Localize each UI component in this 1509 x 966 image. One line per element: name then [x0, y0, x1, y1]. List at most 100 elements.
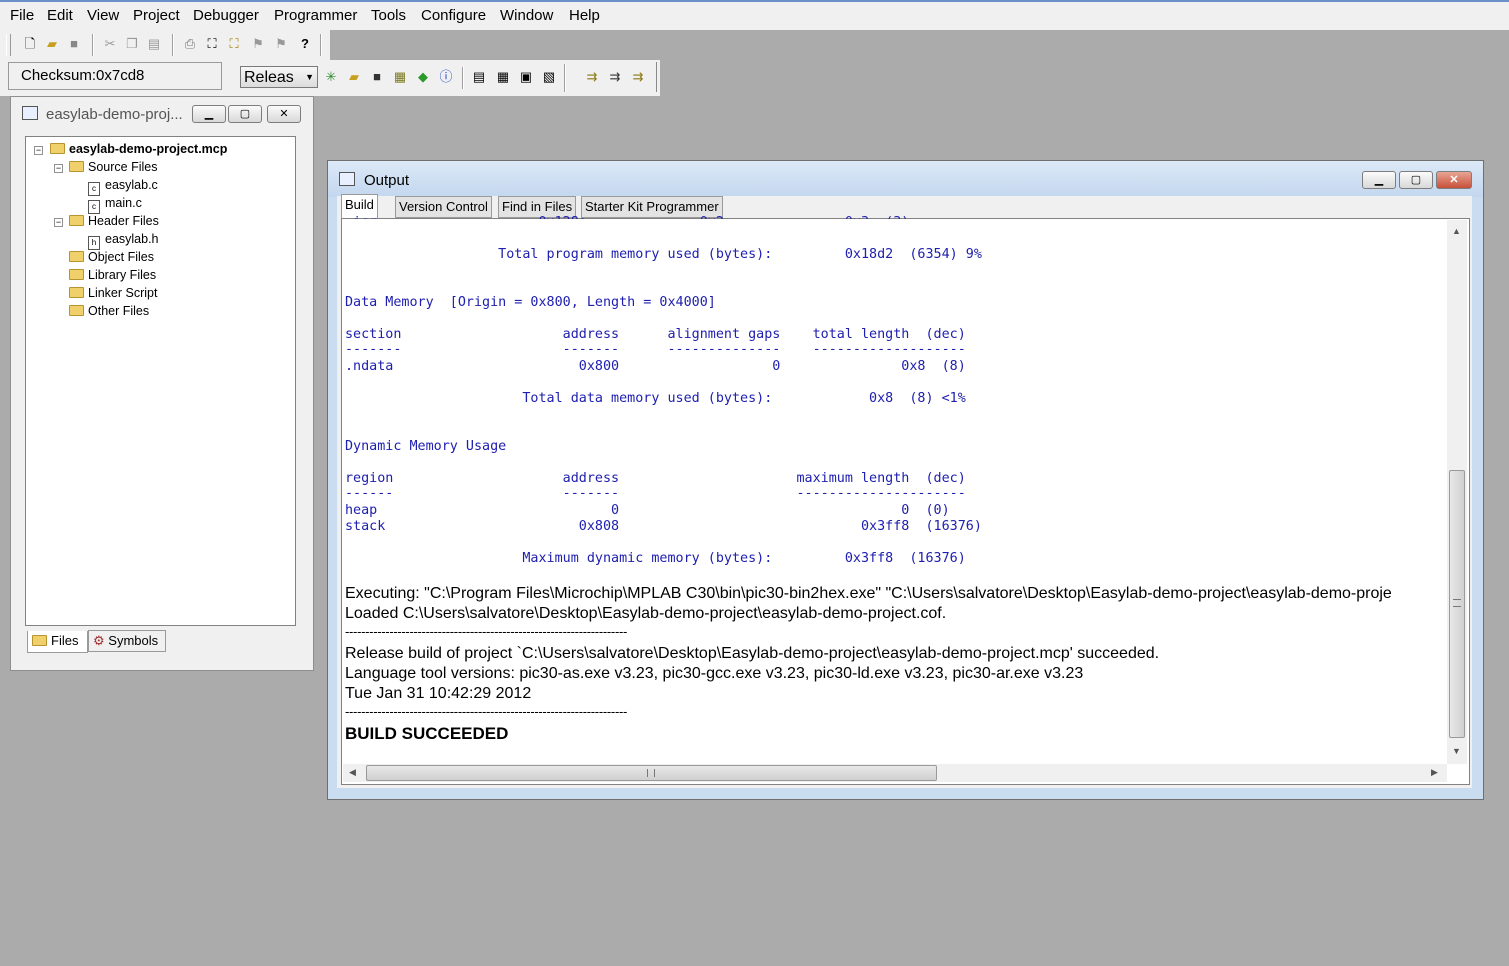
output-divider: ----------------------------------------… — [345, 704, 628, 719]
watch-icon[interactable]: ▣ — [518, 69, 534, 85]
chevron-down-icon: ▼ — [305, 72, 314, 82]
copy-icon[interactable]: ❐ — [124, 36, 140, 52]
maximize-button[interactable]: ▢ — [1399, 171, 1433, 189]
paste-icon[interactable]: ▤ — [146, 36, 162, 52]
save-icon[interactable]: ■ — [66, 36, 82, 52]
checksum-display: Checksum:0x7cd8 — [8, 62, 222, 90]
toolbar-separator — [462, 67, 464, 89]
tree-item-main-c[interactable]: c main.c — [88, 196, 142, 214]
folder-icon — [69, 215, 84, 226]
output-line: Total program memory used (bytes): 0x18d… — [345, 247, 982, 262]
c-file-icon: c — [88, 182, 100, 196]
menu-file[interactable]: File — [10, 7, 34, 24]
output-line: Maximum dynamic memory (bytes): 0x3ff8 (… — [345, 551, 966, 566]
menu-help[interactable]: Help — [569, 7, 600, 24]
minimize-button[interactable]: ▁ — [1362, 171, 1396, 189]
maximize-button[interactable]: ▢ — [228, 105, 262, 123]
menu-project[interactable]: Project — [133, 7, 180, 24]
menu-bar: File Edit View Project Debugger Programm… — [0, 0, 1509, 30]
programmer-write-icon[interactable]: ⇉ — [607, 69, 623, 85]
scroll-right-icon[interactable]: ▶ — [1431, 767, 1438, 778]
make-icon[interactable]: ▦ — [392, 69, 408, 85]
program-memory-icon[interactable]: ▤ — [471, 69, 487, 85]
vertical-scroll-thumb[interactable] — [1449, 470, 1465, 738]
new-project-icon[interactable]: ✳ — [323, 69, 339, 85]
toolbar-separator — [172, 34, 174, 56]
output-window-titlebar[interactable] — [328, 161, 1483, 197]
close-button[interactable]: ✕ — [1436, 171, 1472, 189]
print-icon[interactable]: ⎙ — [182, 36, 198, 52]
folder-icon — [69, 305, 84, 316]
tree-item-easylab-h[interactable]: h easylab.h — [88, 232, 159, 250]
bookmark-prev-icon[interactable]: ⚑ — [250, 36, 266, 52]
programmer-read-icon[interactable]: ⇉ — [584, 69, 600, 85]
output-line: Loaded C:\Users\salvatore\Desktop\Easyla… — [345, 605, 947, 622]
output-window-title: Output — [364, 172, 410, 189]
info-icon[interactable]: ⓘ — [438, 69, 454, 85]
folder-icon — [69, 287, 84, 298]
menu-window[interactable]: Window — [500, 7, 553, 24]
tree-item-library-files[interactable]: Library Files — [69, 268, 156, 282]
menu-programmer[interactable]: Programmer — [274, 7, 357, 24]
horizontal-scrollbar[interactable]: ◀ ▶ — [343, 764, 1447, 782]
toolbar-edge — [656, 62, 657, 92]
grip-icon — [647, 769, 655, 777]
tab-files[interactable]: Files — [27, 631, 88, 653]
help-question-icon[interactable]: ? — [297, 36, 313, 52]
output-line: Dynamic Memory Usage — [345, 439, 507, 454]
folder-icon — [69, 269, 84, 280]
cut-icon[interactable]: ✂ — [102, 36, 118, 52]
output-line: Tue Jan 31 10:42:29 2012 — [345, 685, 532, 702]
collapse-icon[interactable]: − — [34, 146, 43, 155]
output-line: ------ ------- --------------------- — [345, 486, 966, 501]
build-configuration-select[interactable]: Releas ▼ — [240, 66, 318, 88]
bookmark-next-icon[interactable]: ⚑ — [273, 36, 289, 52]
collapse-icon[interactable]: − — [54, 218, 63, 227]
build-configuration-value: Releas — [244, 69, 294, 86]
open-project-icon[interactable]: ▰ — [346, 69, 362, 85]
toolbar-separator — [320, 34, 322, 56]
build-all-icon[interactable]: ◆ — [415, 69, 431, 85]
menu-debugger[interactable]: Debugger — [193, 7, 259, 24]
tree-item-source-files[interactable]: Source Files — [69, 160, 157, 174]
collapse-icon[interactable]: − — [54, 164, 63, 173]
standard-toolbar: 🗋 ▰ ■ ✂ ❐ ▤ ⎙ ⛶ ⛶ ⚑ ⚑ ? — [0, 30, 330, 60]
tree-item-object-files[interactable]: Object Files — [69, 250, 154, 264]
window-icon — [339, 172, 355, 186]
menu-tools[interactable]: Tools — [371, 7, 406, 24]
project-window-titlebar[interactable]: easylab-demo-proj... ▁ ▢ ✕ — [12, 100, 312, 128]
programmer-verify-icon[interactable]: ⇉ — [630, 69, 646, 85]
folder-icon — [69, 251, 84, 262]
tree-item-project[interactable]: easylab-demo-project.mcp — [50, 142, 227, 156]
open-folder-icon[interactable]: ▰ — [44, 36, 60, 52]
tree-item-linker-script[interactable]: Linker Script — [69, 286, 157, 300]
scroll-left-icon[interactable]: ◀ — [349, 767, 356, 778]
horizontal-scroll-thumb[interactable] — [366, 765, 937, 781]
tree-item-header-files[interactable]: Header Files — [69, 214, 159, 228]
menu-configure[interactable]: Configure — [421, 7, 486, 24]
minimize-button[interactable]: ▁ — [192, 105, 226, 123]
tree-item-easylab-c[interactable]: c easylab.c — [88, 178, 158, 196]
menu-view[interactable]: View — [87, 7, 119, 24]
project-tree: − easylab-demo-project.mcp − Source File… — [25, 136, 296, 626]
vertical-scrollbar[interactable]: ▲ ▼ — [1447, 220, 1467, 764]
scroll-down-icon[interactable]: ▼ — [1452, 746, 1461, 756]
symbols-icon: ⚙ — [93, 633, 105, 648]
project-window-title: easylab-demo-proj... — [46, 106, 183, 123]
output-line: heap 0 0 (0) — [345, 503, 950, 518]
find-in-files-icon[interactable]: ⛶ — [226, 36, 242, 52]
toolbar-grip[interactable] — [6, 34, 11, 56]
tab-symbols[interactable]: ⚙ Symbols — [88, 630, 166, 652]
output-line: Language tool versions: pic30-as.exe v3.… — [345, 665, 1084, 682]
new-file-icon[interactable]: 🗋 — [22, 36, 38, 52]
close-button[interactable]: ✕ — [267, 105, 301, 123]
find-icon[interactable]: ⛶ — [204, 36, 220, 52]
output-line: stack 0x808 0x3ff8 (16376) — [345, 519, 982, 534]
menu-edit[interactable]: Edit — [47, 7, 73, 24]
disassembly-icon[interactable]: ▧ — [541, 69, 557, 85]
file-registers-icon[interactable]: ▦ — [495, 69, 511, 85]
save-project-icon[interactable]: ■ — [369, 69, 385, 85]
tree-item-other-files[interactable]: Other Files — [69, 304, 149, 318]
grip-icon — [1453, 599, 1461, 607]
scroll-up-icon[interactable]: ▲ — [1452, 226, 1461, 236]
